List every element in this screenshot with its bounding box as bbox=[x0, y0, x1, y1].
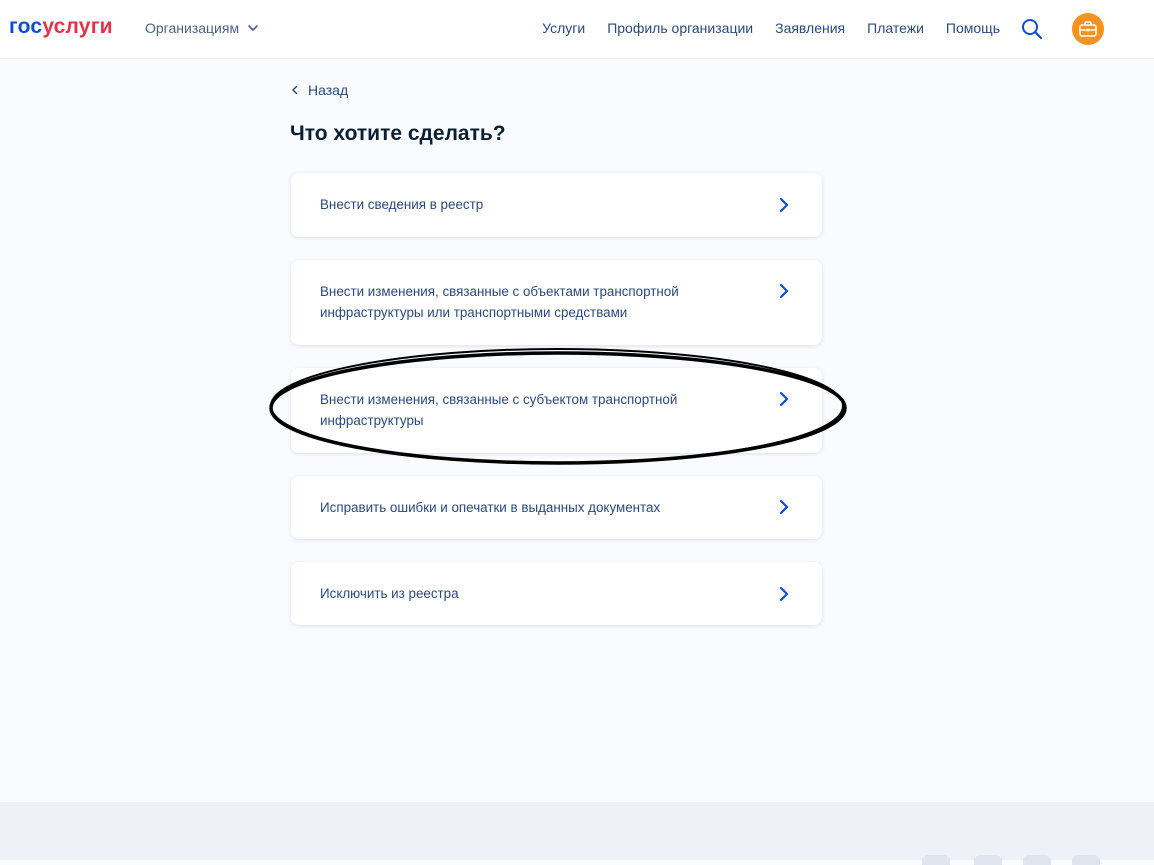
option-label: Внести изменения, связанные с объектами … bbox=[320, 284, 679, 320]
chevron-right-icon bbox=[779, 586, 789, 602]
back-link-label: Назад bbox=[308, 82, 349, 98]
chevron-right-icon bbox=[779, 197, 789, 213]
back-link[interactable]: Назад bbox=[290, 81, 348, 99]
page-title: Что хотите сделать? bbox=[290, 122, 506, 145]
nav-link-payments[interactable]: Платежи bbox=[867, 19, 924, 37]
gosuslugi-logo[interactable]: госуслуги bbox=[9, 14, 113, 40]
logo-part-gos: гос bbox=[9, 15, 43, 38]
option-change-subject[interactable]: Внести изменения, связанные с субъектом … bbox=[291, 368, 822, 453]
logo-part-uslugi: услуги bbox=[42, 15, 113, 38]
footer-social-icon[interactable] bbox=[922, 855, 950, 865]
footer-social-icon[interactable] bbox=[1023, 855, 1051, 865]
chevron-left-icon bbox=[292, 85, 298, 95]
chevron-right-icon bbox=[779, 283, 789, 299]
nav-link-applications[interactable]: Заявления bbox=[775, 19, 845, 37]
search-icon[interactable] bbox=[1020, 17, 1044, 41]
chevron-right-icon bbox=[779, 499, 789, 515]
option-change-objects[interactable]: Внести изменения, связанные с объектами … bbox=[291, 260, 822, 345]
nav-link-services[interactable]: Услуги bbox=[542, 19, 585, 37]
option-fix-errors[interactable]: Исправить ошибки и опечатки в выданных д… bbox=[291, 476, 822, 539]
briefcase-icon bbox=[1079, 21, 1097, 37]
option-label: Исключить из реестра bbox=[320, 586, 459, 601]
option-label: Внести сведения в реестр bbox=[320, 197, 484, 212]
chevron-right-icon bbox=[779, 391, 789, 407]
option-add-to-registry[interactable]: Внести сведения в реестр bbox=[291, 173, 822, 237]
option-remove-from-registry[interactable]: Исключить из реестра bbox=[291, 562, 822, 625]
footer-social-icon[interactable] bbox=[974, 855, 1002, 865]
organization-avatar[interactable] bbox=[1072, 13, 1104, 45]
chevron-down-icon bbox=[248, 25, 258, 31]
footer-social-icon[interactable] bbox=[1072, 855, 1100, 865]
nav-link-org-profile[interactable]: Профиль организации bbox=[607, 19, 753, 37]
main-nav: Услуги Профиль организации Заявления Пла… bbox=[542, 19, 1000, 37]
organizations-dropdown-label: Организациям bbox=[145, 20, 240, 36]
option-label: Исправить ошибки и опечатки в выданных д… bbox=[320, 500, 661, 515]
page-footer bbox=[0, 802, 1154, 860]
nav-link-help[interactable]: Помощь bbox=[946, 19, 1000, 37]
top-navigation-bar: госуслуги Организациям Услуги Профиль ор… bbox=[0, 0, 1154, 59]
option-label: Внести изменения, связанные с субъектом … bbox=[320, 392, 678, 428]
organizations-dropdown[interactable]: Организациям bbox=[145, 19, 259, 37]
